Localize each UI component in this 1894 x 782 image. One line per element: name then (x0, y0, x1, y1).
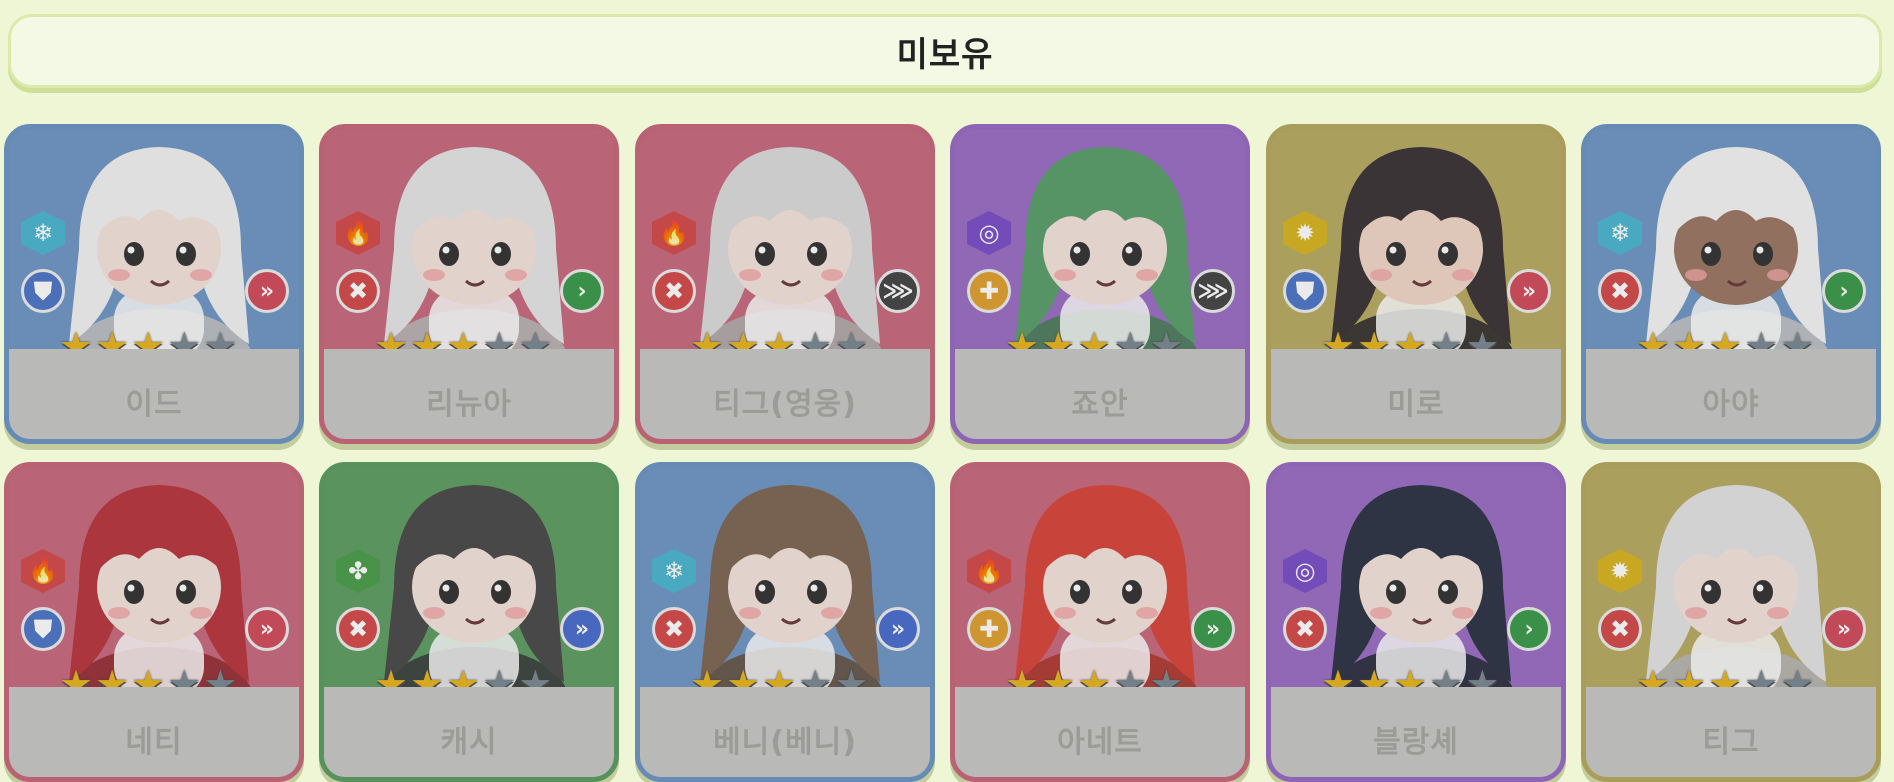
character-card[interactable]: ✹ ✖» ★ ★ ★ ★ ★ 티그 (1581, 462, 1881, 782)
character-name: 죠안 (1071, 387, 1129, 422)
character-card[interactable]: ✹ ⛊» ★ ★ ★ ★ ★ 미로 (1266, 124, 1566, 444)
character-card[interactable]: 🔥 ✖ › ★ ★ ★ ★ ★ 리뉴아 (319, 124, 619, 444)
nameplate: 베니(베니) (640, 687, 930, 777)
chevron-icon: › (1822, 269, 1866, 313)
chevron-double-icon: » (1507, 269, 1551, 313)
shield-icon: ⛊ (1283, 269, 1327, 313)
character-card[interactable]: ◎ ✚ ⋙ ★ ★ ★ ★ ★ 죠안 (950, 124, 1250, 444)
chevron-icon: › (1507, 607, 1551, 651)
chevron-double-icon: » (245, 607, 289, 651)
sword-icon: ✖ (1598, 607, 1642, 651)
nameplate: 네티 (9, 687, 299, 777)
character-name: 이드 (125, 387, 183, 422)
character-card[interactable]: 🔥 ✖ ⋙ ★ ★ ★ ★ ★ 티그(영웅) (635, 124, 935, 444)
character-name: 티그 (1702, 725, 1760, 760)
chevron-double-icon: » (560, 607, 604, 651)
shield-icon: ⛊ (21, 607, 65, 651)
nameplate: 미로 (1271, 349, 1561, 439)
character-name: 네티 (125, 725, 183, 760)
chevron-double-icon: » (1191, 607, 1235, 651)
chevron-icon: › (560, 269, 604, 313)
character-name: 캐시 (440, 725, 498, 760)
nameplate: 리뉴아 (324, 349, 614, 439)
sword-icon: ✖ (1598, 269, 1642, 313)
nameplate: 죠안 (955, 349, 1245, 439)
character-name: 티그(영웅) (713, 387, 857, 422)
chevron-double-icon: » (1822, 607, 1866, 651)
sword-icon: ✖ (652, 607, 696, 651)
character-card[interactable]: ❄ ⛊» ★ ★ ★ ★ ★ 이드 (4, 124, 304, 444)
character-card[interactable]: ✤ ✖» ★ ★ ★ ★ ★ 캐시 (319, 462, 619, 782)
cross-icon: ✚ (967, 607, 1011, 651)
character-name: 미로 (1387, 387, 1445, 422)
chevron-double-icon: » (245, 269, 289, 313)
character-card[interactable]: ◎ ✖ › ★ ★ ★ ★ ★ 블랑셰 (1266, 462, 1566, 782)
character-name: 리뉴아 (426, 387, 512, 422)
nameplate: 이드 (9, 349, 299, 439)
nameplate: 티그(영웅) (640, 349, 930, 439)
nameplate: 아네트 (955, 687, 1245, 777)
character-name: 블랑셰 (1373, 725, 1459, 760)
character-grid: ❄ ⛊» ★ ★ ★ ★ ★ 이드 🔥 ✖ › ★ ★ ★ ★ ★ 리뉴아 🔥 ✖ ⋙ ★ ★ ★ ★ ★ 티그(영웅) (0, 0, 1894, 782)
nameplate: 티그 (1586, 687, 1876, 777)
nameplate: 블랑셰 (1271, 687, 1561, 777)
sword-icon: ✖ (652, 269, 696, 313)
sword-icon: ✖ (336, 607, 380, 651)
cross-icon: ✚ (967, 269, 1011, 313)
chevron-triple-icon: ⋙ (876, 269, 920, 313)
chevron-triple-icon: ⋙ (1191, 269, 1235, 313)
chevron-double-icon: » (876, 607, 920, 651)
character-card[interactable]: 🔥 ✚» ★ ★ ★ ★ ★ 아네트 (950, 462, 1250, 782)
character-name: 베니(베니) (713, 725, 857, 760)
character-name: 아네트 (1057, 725, 1143, 760)
shield-icon: ⛊ (21, 269, 65, 313)
character-name: 아야 (1702, 387, 1760, 422)
sword-icon: ✖ (1283, 607, 1327, 651)
character-card[interactable]: 🔥 ⛊» ★ ★ ★ ★ ★ 네티 (4, 462, 304, 782)
sword-icon: ✖ (336, 269, 380, 313)
character-card[interactable]: ❄ ✖» ★ ★ ★ ★ ★ 베니(베니) (635, 462, 935, 782)
nameplate: 아야 (1586, 349, 1876, 439)
character-card[interactable]: ❄ ✖ › ★ ★ ★ ★ ★ 아야 (1581, 124, 1881, 444)
nameplate: 캐시 (324, 687, 614, 777)
